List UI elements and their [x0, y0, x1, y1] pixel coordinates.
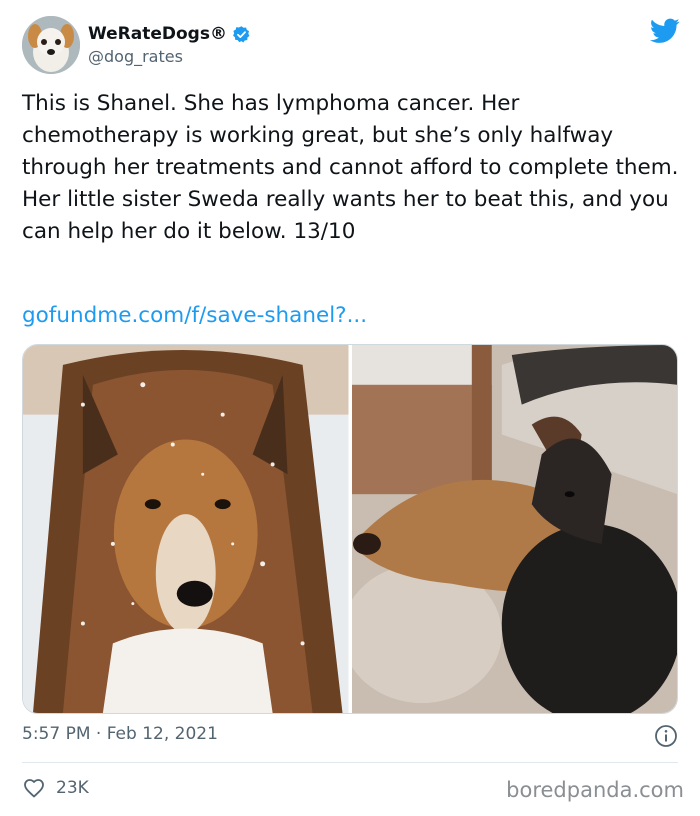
heart-icon[interactable]	[22, 776, 46, 800]
verified-badge-icon	[233, 25, 250, 42]
display-name-text[interactable]: WeRateDogs®	[88, 24, 227, 44]
dog-avatar[interactable]	[22, 16, 80, 74]
divider	[22, 762, 678, 763]
like-count: 23K	[56, 778, 89, 798]
boredpanda-watermark: boredpanda.com	[506, 778, 684, 802]
photo-shanel-snow[interactable]	[23, 345, 349, 713]
photo-shanel-and-sweda[interactable]	[351, 345, 677, 713]
tweet-timestamp[interactable]: 5:57 PM · Feb 12, 2021	[22, 724, 218, 744]
info-icon[interactable]	[654, 724, 678, 748]
display-name[interactable]: WeRateDogs®	[88, 24, 251, 44]
like-button[interactable]: 23K	[22, 776, 89, 800]
gofundme-link[interactable]: gofundme.com/f/save-shanel?...	[22, 300, 367, 332]
tweet-text: This is Shanel. She has lymphoma cancer.…	[22, 91, 686, 244]
twitter-bird-icon[interactable]	[650, 18, 680, 44]
tweet-header: WeRateDogs® @dog_rates	[22, 16, 682, 76]
account-handle[interactable]: @dog_rates	[88, 47, 183, 66]
tweet-media[interactable]	[22, 344, 678, 714]
